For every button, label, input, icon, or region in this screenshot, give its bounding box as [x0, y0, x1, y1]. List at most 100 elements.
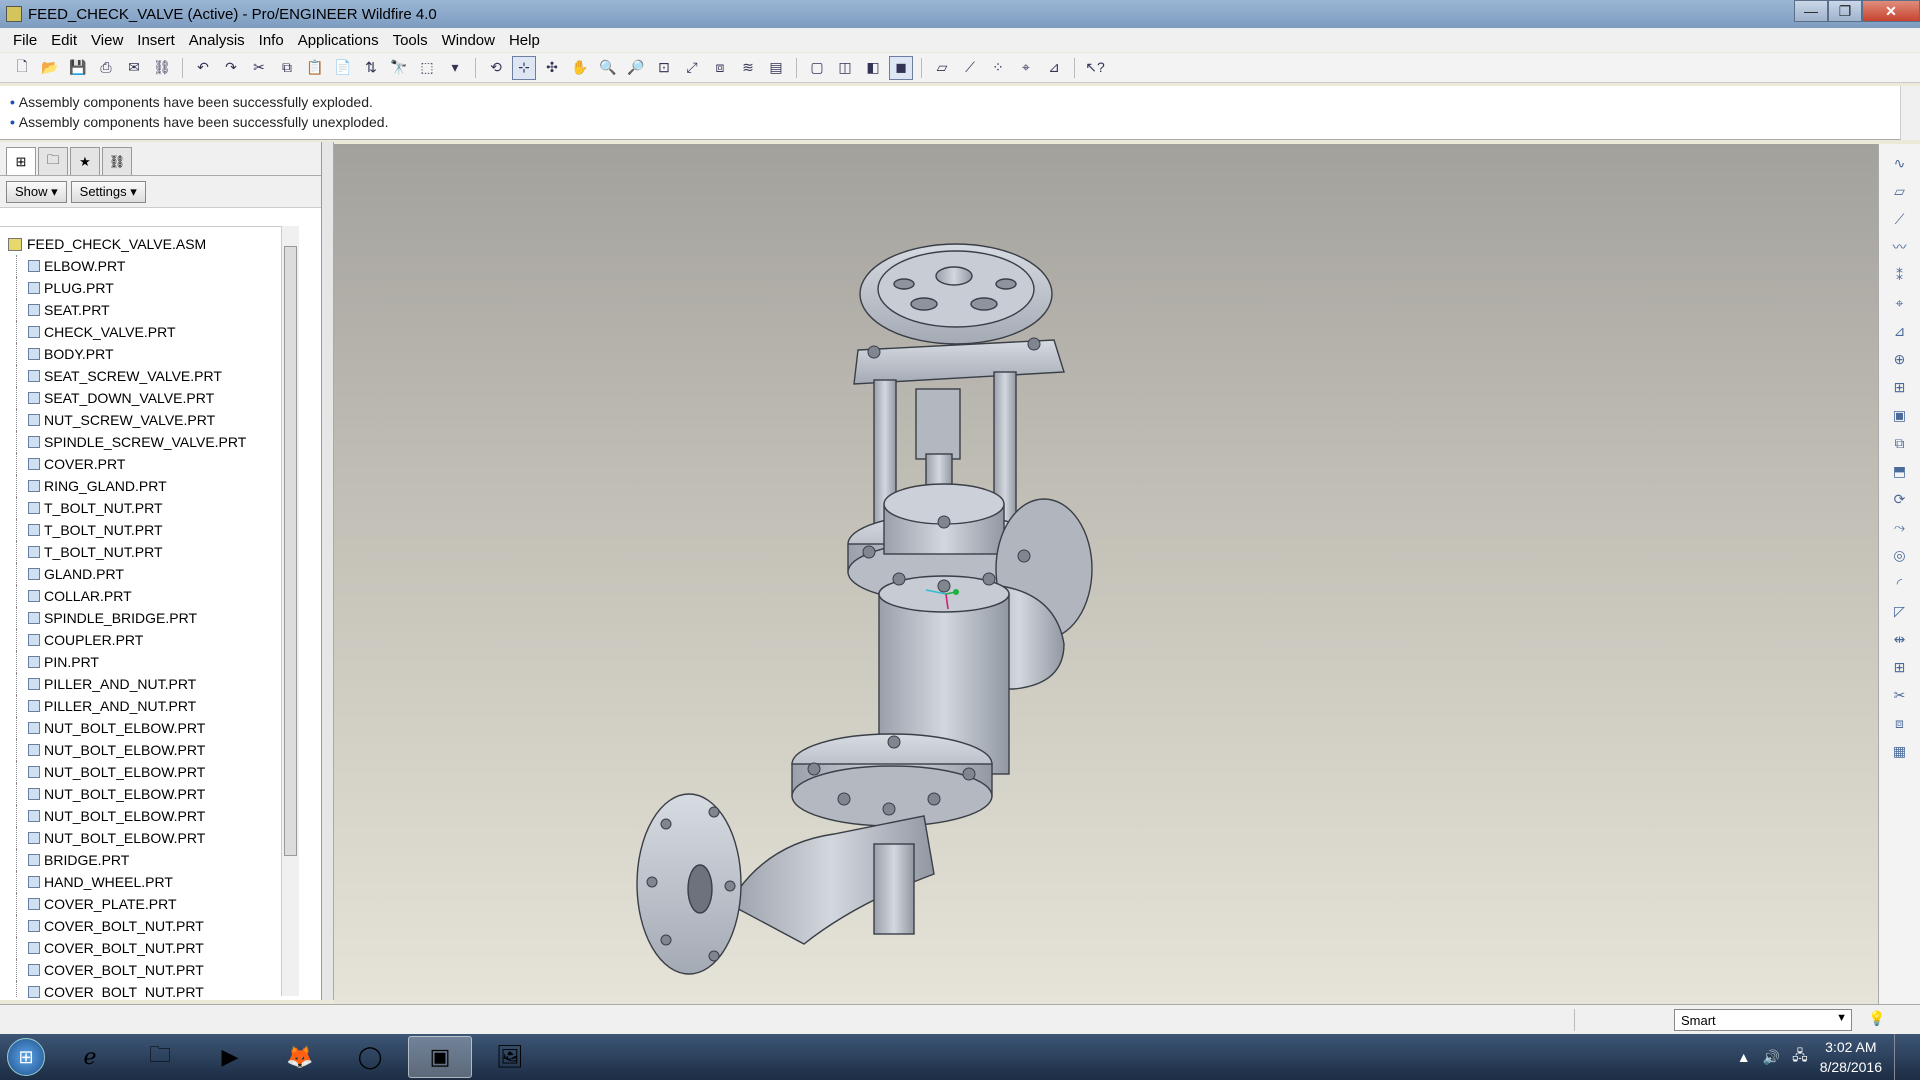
tree-node[interactable]: SPINDLE_BRIDGE.PRT [0, 607, 298, 629]
sketched-datum-curve-icon[interactable]: ∿ [1888, 152, 1912, 174]
tree-node[interactable]: COVER_BOLT_NUT.PRT [0, 915, 298, 937]
datum-axes-icon[interactable]: ⟋ [958, 56, 982, 80]
tree-node[interactable]: NUT_BOLT_ELBOW.PRT [0, 783, 298, 805]
layers-icon[interactable]: ≋ [736, 56, 760, 80]
tree-node[interactable]: PILLER_AND_NUT.PRT [0, 673, 298, 695]
image-viewer-icon[interactable]: 🖼 [478, 1036, 542, 1078]
menu-analysis[interactable]: Analysis [182, 32, 252, 49]
selection-box-icon[interactable]: ⬚ [415, 56, 439, 80]
refit-icon[interactable]: ⊡ [652, 56, 676, 80]
tree-node[interactable]: BODY.PRT [0, 343, 298, 365]
datum-point-icon[interactable]: ⁑ [1888, 264, 1912, 286]
show-desktop-button[interactable] [1894, 1034, 1906, 1080]
menu-window[interactable]: Window [435, 32, 502, 49]
model-tree-tab-icon[interactable]: ⊞ [6, 147, 36, 175]
tree-node[interactable]: SEAT_DOWN_VALVE.PRT [0, 387, 298, 409]
tree-node[interactable]: COUPLER.PRT [0, 629, 298, 651]
network-icon[interactable]: 🖧 [1792, 1045, 1808, 1069]
opera-icon[interactable]: ◯ [338, 1036, 402, 1078]
settings-button[interactable]: Settings ▾ [70, 180, 146, 203]
show-hidden-icons-icon[interactable]: ▲ [1737, 1049, 1751, 1065]
tree-node[interactable]: HAND_WHEEL.PRT [0, 871, 298, 893]
pattern-icon[interactable]: ⊞ [1888, 656, 1912, 678]
tree-node[interactable]: COVER_PLATE.PRT [0, 893, 298, 915]
tree-node[interactable]: NUT_BOLT_ELBOW.PRT [0, 739, 298, 761]
tree-node[interactable]: SEAT_SCREW_VALVE.PRT [0, 365, 298, 387]
folder-browser-tab-icon[interactable]: 🗀 [38, 147, 68, 175]
new-file-icon[interactable]: 🗋 [10, 56, 34, 80]
sweep-icon[interactable]: ⤳ [1888, 516, 1912, 538]
tree-node[interactable]: SEAT.PRT [0, 299, 298, 321]
menu-file[interactable]: File [6, 32, 44, 49]
tree-node[interactable]: CHECK_VALVE.PRT [0, 321, 298, 343]
tree-node[interactable]: ELBOW.PRT [0, 255, 298, 277]
send-mail-icon[interactable]: ✉ [122, 56, 146, 80]
minimize-button[interactable]: — [1794, 0, 1828, 22]
tree-node[interactable]: COVER_BOLT_NUT.PRT [0, 937, 298, 959]
tree-node[interactable]: PILLER_AND_NUT.PRT [0, 695, 298, 717]
tree-node[interactable]: NUT_BOLT_ELBOW.PRT [0, 805, 298, 827]
zoom-in-icon[interactable]: 🔍 [596, 56, 620, 80]
print-icon[interactable]: ⎙ [94, 56, 118, 80]
tree-node[interactable]: PLUG.PRT [0, 277, 298, 299]
graphics-window[interactable] [334, 144, 1878, 1004]
volume-icon[interactable]: 🔊 [1763, 1049, 1780, 1066]
coordinate-system-icon[interactable]: ⌖ [1888, 292, 1912, 314]
dropdown-arrow-icon[interactable]: ▾ [443, 56, 467, 80]
package-component-icon[interactable]: ▣ [1888, 404, 1912, 426]
wireframe-icon[interactable]: ▢ [805, 56, 829, 80]
undo-icon[interactable]: ↶ [191, 56, 215, 80]
zoom-out-icon[interactable]: 🔎 [624, 56, 648, 80]
copy-icon[interactable]: ⧉ [275, 56, 299, 80]
firefox-icon[interactable]: 🦊 [268, 1036, 332, 1078]
offset-icon[interactable]: ⧈ [1888, 712, 1912, 734]
menu-view[interactable]: View [84, 32, 130, 49]
menu-applications[interactable]: Applications [291, 32, 386, 49]
show-button[interactable]: Show ▾ [6, 180, 67, 203]
datum-points-icon[interactable]: ⁘ [986, 56, 1010, 80]
redo-icon[interactable]: ↷ [219, 56, 243, 80]
saved-views-icon[interactable]: ⧈ [708, 56, 732, 80]
tree-root[interactable]: FEED_CHECK_VALVE.ASM [0, 233, 298, 255]
reorient-icon[interactable]: ⤢ [680, 56, 704, 80]
tree-node[interactable]: T_BOLT_NUT.PRT [0, 541, 298, 563]
menu-edit[interactable]: Edit [44, 32, 84, 49]
tree-scrollbar[interactable] [281, 226, 299, 996]
menu-info[interactable]: Info [252, 32, 291, 49]
tree-scrollbar-thumb[interactable] [284, 246, 297, 856]
message-scrollbar[interactable] [1900, 86, 1920, 140]
shading-icon[interactable]: ◼ [889, 55, 913, 80]
tree-node[interactable]: BRIDGE.PRT [0, 849, 298, 871]
orient-mode-icon[interactable]: ✣ [540, 56, 564, 80]
pan-hand-icon[interactable]: ✋ [568, 56, 592, 80]
mirror-icon[interactable]: ⇹ [1888, 628, 1912, 650]
hidden-line-icon[interactable]: ◫ [833, 56, 857, 80]
tree-node[interactable]: T_BOLT_NUT.PRT [0, 497, 298, 519]
create-component-icon[interactable]: ⊞ [1888, 376, 1912, 398]
regenerate-icon[interactable]: ⇅ [359, 56, 383, 80]
datum-axis-icon[interactable]: ⟋ [1888, 208, 1912, 230]
annotations-icon[interactable]: ⊿ [1042, 56, 1066, 80]
panel-splitter[interactable] [322, 142, 334, 1000]
datum-planes-icon[interactable]: ▱ [930, 56, 954, 80]
send-link-icon[interactable]: ⛓ [150, 56, 174, 80]
add-component-icon[interactable]: ⊕ [1888, 348, 1912, 370]
file-explorer-icon[interactable]: 🗀 [128, 1036, 192, 1078]
paste-special-icon[interactable]: 📄 [331, 56, 355, 80]
start-button[interactable]: ⊞ [0, 1034, 52, 1080]
spin-center-icon[interactable]: ⊹ [512, 55, 536, 80]
chamfer-icon[interactable]: ◸ [1888, 600, 1912, 622]
coordinate-systems-icon[interactable]: ⌖ [1014, 56, 1038, 80]
maximize-button[interactable]: ❐ [1828, 0, 1862, 22]
assemble-icon[interactable]: ⧉ [1888, 432, 1912, 454]
menu-help[interactable]: Help [502, 32, 547, 49]
save-icon[interactable]: 💾 [66, 56, 90, 80]
datum-curve-icon[interactable]: 〰 [1888, 236, 1912, 258]
find-icon[interactable]: 🔭 [387, 56, 411, 80]
tree-node[interactable]: COVER.PRT [0, 453, 298, 475]
tree-node[interactable]: NUT_BOLT_ELBOW.PRT [0, 827, 298, 849]
tree-node[interactable]: PIN.PRT [0, 651, 298, 673]
tree-node[interactable]: T_BOLT_NUT.PRT [0, 519, 298, 541]
datum-plane-icon[interactable]: ▱ [1888, 180, 1912, 202]
close-button[interactable]: ✕ [1862, 0, 1920, 22]
